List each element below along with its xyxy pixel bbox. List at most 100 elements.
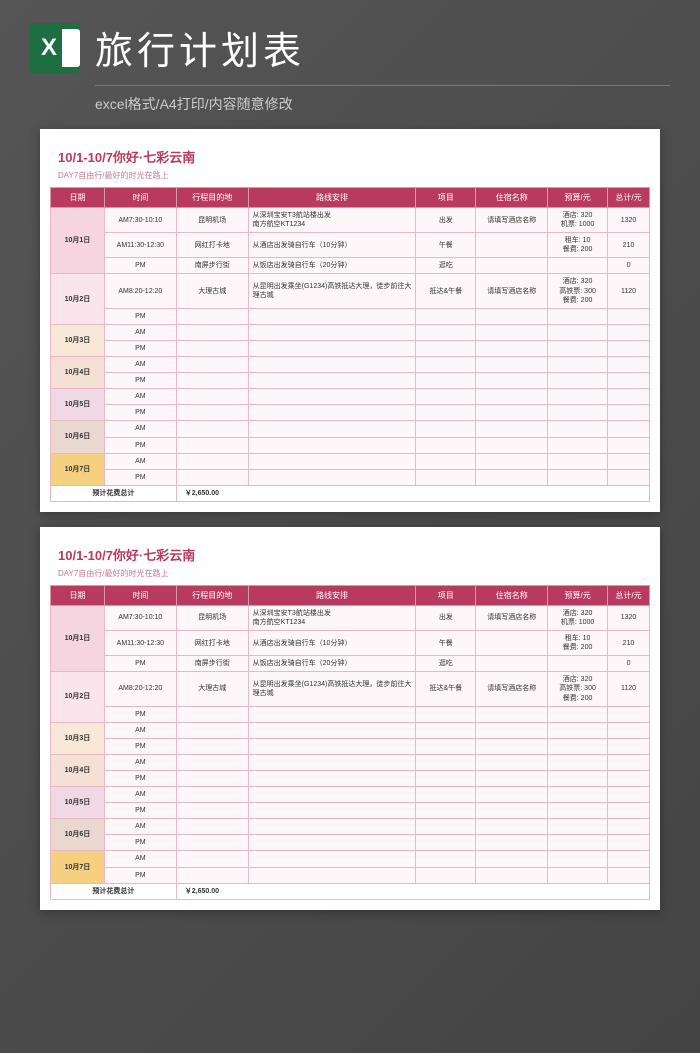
- table-row: 10月7日AM: [51, 453, 650, 469]
- cell-total: [608, 722, 650, 738]
- cell-dest: [176, 738, 248, 754]
- sheet-title: 10/1-10/7你好·七彩云南: [58, 545, 642, 564]
- cell-dest: [176, 787, 248, 803]
- cell-hotel: [476, 308, 548, 324]
- date-cell: 10月6日: [51, 819, 105, 851]
- cell-dest: [176, 722, 248, 738]
- date-cell: 10月5日: [51, 787, 105, 819]
- cell-budget: [548, 656, 608, 672]
- table-row: PM: [51, 308, 650, 324]
- date-cell: 10月2日: [51, 274, 105, 324]
- cell-total: [608, 357, 650, 373]
- cell-total: [608, 340, 650, 356]
- travel-plan-table: 日期时间行程目的地路线安排项目住宿名称预算/元总计/元10月1日AM7:30-1…: [50, 585, 650, 900]
- cell-hotel: [476, 405, 548, 421]
- cell-budget: [548, 389, 608, 405]
- table-row: PM南屏步行街从饭店出发骑自行车（20分钟）逛吃0: [51, 656, 650, 672]
- cell-hotel: [476, 803, 548, 819]
- cell-dest: 大理古城: [176, 274, 248, 308]
- total-row: 预计花费总计￥2,650.00: [51, 485, 650, 501]
- cell-hotel: [476, 631, 548, 656]
- column-header: 路线安排: [248, 188, 416, 208]
- table-row: PM: [51, 437, 650, 453]
- cell-route: 从深圳宝安T3航站楼出发南方航空KT1234: [248, 208, 416, 233]
- cell-total: [608, 324, 650, 340]
- total-row: 预计花费总计￥2,650.00: [51, 883, 650, 899]
- cell-budget: 酒店: 320机票: 1000: [548, 605, 608, 630]
- cell-route: 从昆明出发乘坐(G1234)高铁抵达大理，徒步前往大理古城: [248, 672, 416, 706]
- cell-item: [416, 738, 476, 754]
- cell-time: PM: [104, 738, 176, 754]
- cell-item: 逛吃: [416, 656, 476, 672]
- cell-item: [416, 771, 476, 787]
- date-cell: 10月4日: [51, 754, 105, 786]
- cell-dest: [176, 867, 248, 883]
- cell-budget: [548, 405, 608, 421]
- cell-item: 抵达&午餐: [416, 274, 476, 308]
- cell-time: AM: [104, 389, 176, 405]
- cell-route: 从饭店出发骑自行车（20分钟）: [248, 258, 416, 274]
- cell-item: [416, 373, 476, 389]
- table-row: PM: [51, 340, 650, 356]
- cell-hotel: [476, 357, 548, 373]
- table-row: PM: [51, 405, 650, 421]
- cell-route: [248, 771, 416, 787]
- cell-hotel: [476, 373, 548, 389]
- cell-item: [416, 754, 476, 770]
- cell-budget: [548, 373, 608, 389]
- cell-dest: [176, 706, 248, 722]
- table-row: 10月6日AM: [51, 819, 650, 835]
- cell-time: PM: [104, 340, 176, 356]
- cell-hotel: [476, 258, 548, 274]
- cell-time: PM: [104, 867, 176, 883]
- cell-route: [248, 357, 416, 373]
- cell-dest: 网红打卡地: [176, 631, 248, 656]
- cell-hotel: [476, 771, 548, 787]
- cell-item: [416, 722, 476, 738]
- cell-time: PM: [104, 835, 176, 851]
- cell-time: AM7:30-10:10: [104, 605, 176, 630]
- cell-total: [608, 754, 650, 770]
- cell-total: [608, 437, 650, 453]
- cell-total: [608, 373, 650, 389]
- table-row: PM: [51, 469, 650, 485]
- cell-budget: 酒店: 320高铁票: 300餐费: 200: [548, 274, 608, 308]
- table-row: PM: [51, 771, 650, 787]
- cell-item: [416, 453, 476, 469]
- column-header: 总计/元: [608, 188, 650, 208]
- cell-time: PM: [104, 771, 176, 787]
- cell-dest: [176, 308, 248, 324]
- cell-item: [416, 706, 476, 722]
- cell-dest: [176, 771, 248, 787]
- cell-total: [608, 867, 650, 883]
- cell-time: AM11:30-12:30: [104, 233, 176, 258]
- cell-total: [608, 421, 650, 437]
- cell-hotel: 请填写酒店名称: [476, 672, 548, 706]
- table-row: 10月7日AM: [51, 851, 650, 867]
- cell-budget: [548, 722, 608, 738]
- cell-budget: [548, 754, 608, 770]
- cell-hotel: [476, 233, 548, 258]
- cell-total: [608, 819, 650, 835]
- cell-item: [416, 340, 476, 356]
- cell-time: AM: [104, 819, 176, 835]
- preview-sheet-1: 10/1-10/7你好·七彩云南DAY7自由行/最好的时光在路上日期时间行程目的…: [40, 129, 660, 512]
- cell-item: [416, 787, 476, 803]
- date-cell: 10月6日: [51, 421, 105, 453]
- page-subtitle: excel格式/A4打印/内容随意修改: [95, 85, 670, 114]
- cell-total: [608, 469, 650, 485]
- cell-total: [608, 738, 650, 754]
- cell-route: [248, 340, 416, 356]
- column-header: 项目: [416, 585, 476, 605]
- column-header: 时间: [104, 585, 176, 605]
- cell-time: PM: [104, 803, 176, 819]
- cell-dest: [176, 851, 248, 867]
- cell-total: [608, 308, 650, 324]
- page-header: X 旅行计划表: [0, 0, 700, 85]
- table-row: 10月3日AM: [51, 324, 650, 340]
- cell-route: [248, 851, 416, 867]
- date-cell: 10月1日: [51, 208, 105, 274]
- cell-item: [416, 437, 476, 453]
- cell-hotel: 请填写酒店名称: [476, 274, 548, 308]
- cell-time: AM11:30-12:30: [104, 631, 176, 656]
